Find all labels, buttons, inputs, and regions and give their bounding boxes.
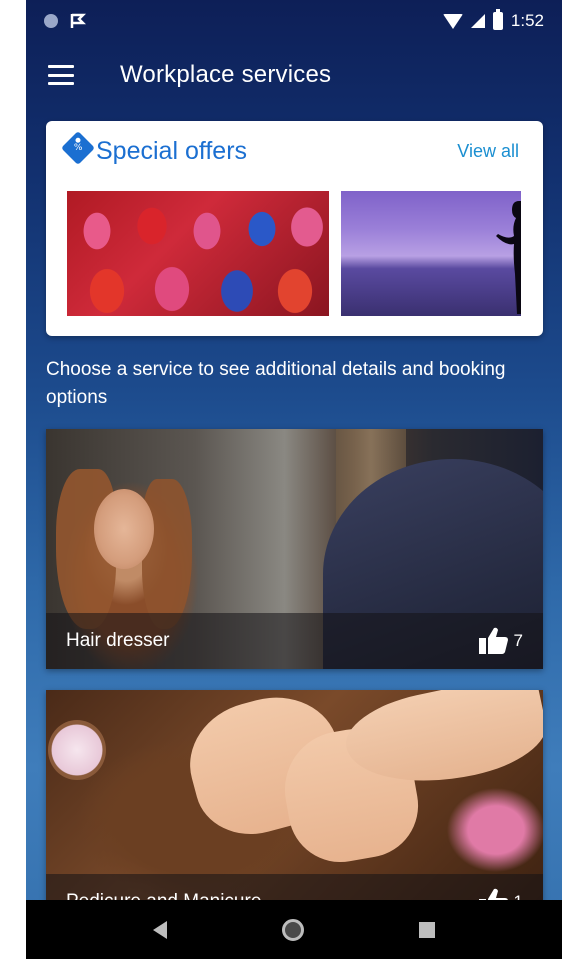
- intro-text: Choose a service to see additional detai…: [46, 359, 506, 408]
- view-all-link[interactable]: View all: [457, 141, 519, 162]
- likes-count[interactable]: 7: [478, 626, 523, 656]
- special-offers-card: % Special offers View all: [46, 121, 543, 336]
- app-screen: 1:52 Workplace services % Special offers…: [26, 0, 562, 959]
- system-nav-bar: [26, 900, 562, 959]
- battery-icon: [492, 9, 503, 30]
- service-name: Hair dresser: [66, 630, 170, 651]
- thumbs-up-icon: [478, 627, 508, 654]
- app-bar: Workplace services: [26, 44, 562, 106]
- discount-tag-icon: %: [61, 130, 95, 165]
- special-offers-title: Special offers: [96, 137, 248, 165]
- page-title: Workplace services: [120, 61, 332, 88]
- back-icon[interactable]: [153, 920, 168, 939]
- notification-flag-icon: [70, 13, 86, 28]
- client-face-image: [94, 489, 154, 569]
- notification-dot-icon: [44, 14, 58, 28]
- spa-bowl-image: [48, 720, 106, 780]
- hamburger-menu-icon[interactable]: [48, 65, 74, 85]
- status-notifications: [44, 13, 86, 29]
- recents-icon[interactable]: [418, 921, 435, 938]
- special-offers-header: % Special offers: [61, 130, 248, 166]
- status-bar: 1:52: [26, 0, 562, 42]
- signal-icon: [470, 14, 485, 28]
- offer-beach-sunset-image[interactable]: [341, 191, 521, 316]
- wifi-icon: [442, 13, 463, 29]
- home-icon[interactable]: [281, 918, 304, 941]
- offers-carousel[interactable]: [67, 191, 521, 316]
- offer-backpacks-image[interactable]: [67, 191, 329, 316]
- status-time: 1:52: [510, 11, 544, 30]
- status-indicators: 1:52: [442, 9, 544, 31]
- service-label-bar: Hair dresser 7: [46, 613, 543, 669]
- woman-silhouette-icon: [496, 201, 521, 314]
- service-card-pedicure-manicure[interactable]: Pedicure and Manicure 1: [46, 690, 543, 930]
- service-card-hair-dresser[interactable]: Hair dresser 7: [46, 429, 543, 669]
